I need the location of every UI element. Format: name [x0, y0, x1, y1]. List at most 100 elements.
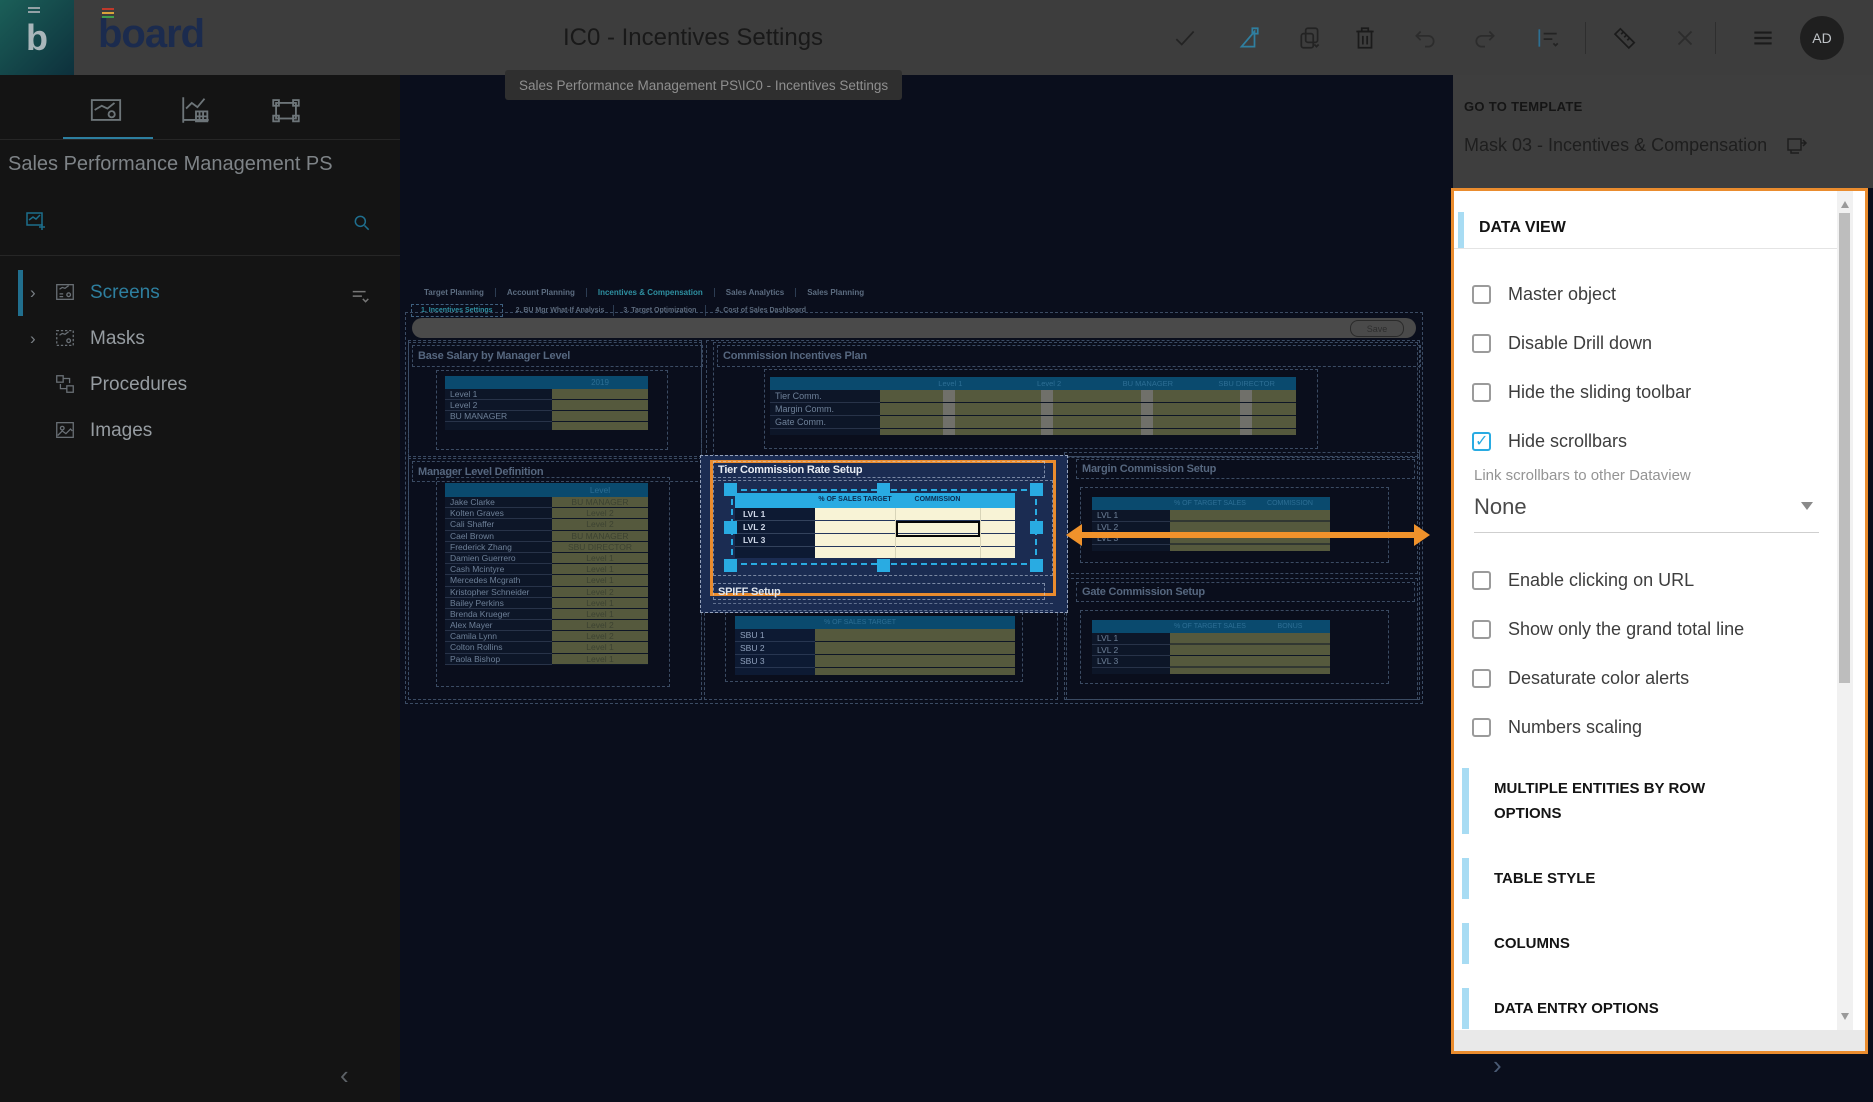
- close-icon[interactable]: [1672, 25, 1698, 51]
- tab-sales-planning[interactable]: Sales Planning: [796, 288, 875, 297]
- column-separator: [1041, 390, 1053, 435]
- manager-name: Bailey Perkins: [445, 598, 552, 609]
- checkbox-row[interactable]: Disable Drill down: [1472, 319, 1822, 368]
- panel-title-box: Margin Commission Setup: [1076, 459, 1415, 479]
- copy-icon[interactable]: [1297, 25, 1323, 51]
- row-labels: Tier Comm.Margin Comm.Gate Comm.: [770, 390, 880, 435]
- delete-icon[interactable]: [1352, 25, 1378, 51]
- checkbox-label: Show only the grand total line: [1508, 619, 1744, 640]
- checkbox-row[interactable]: Master object: [1472, 270, 1822, 319]
- checkbox-row[interactable]: Numbers scaling: [1472, 703, 1822, 752]
- align-options-icon[interactable]: [1535, 25, 1561, 51]
- table-row: Cali ShafferLevel 2: [445, 519, 648, 530]
- tab-layout-icon[interactable]: [268, 93, 312, 133]
- value-cells: [552, 389, 648, 430]
- table-row: Camila LynnLevel 2: [445, 631, 648, 642]
- section-header[interactable]: TABLE STYLE: [1462, 858, 1822, 899]
- checkbox[interactable]: [1472, 669, 1491, 688]
- scrollbar-thumb[interactable]: [1839, 213, 1850, 683]
- row-label: SBU 1: [735, 629, 815, 642]
- tab-capsules-icon[interactable]: [88, 93, 132, 133]
- link-scrollbars-dropdown[interactable]: None: [1474, 488, 1819, 533]
- manager-level: BU MANAGER: [552, 497, 648, 508]
- table-row: Damien GuerreroLevel 1: [445, 553, 648, 564]
- section-label: DATA ENTRY OPTIONS: [1494, 988, 1659, 1029]
- checkbox[interactable]: [1472, 620, 1491, 639]
- sidebar-item-images[interactable]: Images: [0, 408, 400, 454]
- scroll-down-icon[interactable]: [1841, 1013, 1849, 1024]
- section-accent-bar: [1462, 923, 1469, 964]
- table-row: Brenda KruegerLevel 1: [445, 609, 648, 620]
- checkbox-group-top: Master objectDisable Drill down Hide the …: [1472, 270, 1822, 466]
- column-separator: [1240, 390, 1252, 435]
- manager-level: Level 1: [552, 598, 648, 609]
- panel-expand-chevron[interactable]: ›: [1493, 1050, 1502, 1081]
- confirm-icon[interactable]: [1172, 25, 1198, 51]
- undo-icon[interactable]: [1412, 25, 1438, 51]
- design-mode-icon[interactable]: [1235, 25, 1261, 51]
- column-separator: [943, 390, 955, 435]
- section-header[interactable]: COLUMNS: [1462, 923, 1822, 964]
- checkbox-label: Hide the sliding toolbar: [1508, 382, 1691, 403]
- section-accent-bar: [1458, 212, 1464, 248]
- checkbox-row[interactable]: Desaturate color alerts: [1472, 654, 1822, 703]
- section-label: COLUMNS: [1494, 923, 1570, 964]
- search-icon[interactable]: [352, 213, 372, 233]
- toolbar-separator: [1715, 22, 1716, 54]
- screens-options-icon[interactable]: [350, 287, 372, 305]
- checkbox[interactable]: [1472, 383, 1491, 402]
- manager-name: Kolten Graves: [445, 508, 552, 519]
- checkbox[interactable]: [1472, 718, 1491, 737]
- tab-incentives-compensation[interactable]: Incentives & Compensation: [587, 288, 715, 297]
- properties-panel: DATA VIEW Master objectDisable Drill dow…: [1454, 191, 1837, 1030]
- sidebar-item-procedures[interactable]: Procedures: [0, 362, 400, 408]
- panel-title-box: Base Salary by Manager Level: [412, 345, 703, 367]
- section-label: TABLE STYLE: [1494, 858, 1595, 899]
- tab-target-planning[interactable]: Target Planning: [413, 288, 496, 297]
- checkbox-row[interactable]: Hide the sliding toolbar: [1472, 368, 1822, 417]
- manager-level: Level 1: [552, 654, 648, 665]
- sidebar-item-label: Images: [90, 420, 152, 442]
- row-label: LVL 2: [1092, 645, 1170, 657]
- tab-objects-icon[interactable]: [178, 93, 222, 133]
- checkbox-row[interactable]: Hide scrollbars: [1472, 417, 1822, 466]
- masks-icon: [54, 327, 78, 351]
- images-icon: [54, 419, 78, 443]
- add-screen-icon[interactable]: [24, 209, 48, 233]
- redo-icon[interactable]: [1472, 25, 1498, 51]
- checkbox[interactable]: [1472, 285, 1491, 304]
- tab-sales-analytics[interactable]: Sales Analytics: [715, 288, 796, 297]
- menu-icon[interactable]: [1750, 25, 1776, 51]
- data-view-section-title[interactable]: DATA VIEW: [1479, 219, 1566, 237]
- board-logo-mark[interactable]: b: [0, 0, 74, 75]
- panel-title: SPIFF Setup: [718, 586, 781, 598]
- checkbox-row[interactable]: Show only the grand total line: [1472, 605, 1822, 654]
- sidebar-item-masks[interactable]: › Masks: [0, 316, 400, 362]
- checkbox[interactable]: [1472, 571, 1491, 590]
- section-header[interactable]: DATA ENTRY OPTIONS: [1462, 988, 1822, 1029]
- checkbox[interactable]: [1472, 334, 1491, 353]
- manager-level: Level 2: [552, 620, 648, 631]
- manager-level: Level 2: [552, 631, 648, 642]
- section-header[interactable]: MULTIPLE ENTITIES BY ROW OPTIONS: [1462, 768, 1822, 834]
- manager-level: SBU DIRECTOR: [552, 542, 648, 553]
- open-template-icon: [1785, 136, 1809, 156]
- selection-highlight[interactable]: [710, 460, 1056, 596]
- chevron-right-icon[interactable]: ›: [30, 329, 46, 349]
- column-header: COMMISSION: [1250, 500, 1330, 507]
- scroll-up-icon[interactable]: [1841, 197, 1849, 208]
- column-separator: [1141, 390, 1153, 435]
- chevron-right-icon[interactable]: ›: [30, 283, 46, 303]
- checkbox[interactable]: [1472, 432, 1491, 451]
- board-logo[interactable]: board: [98, 12, 204, 57]
- sidebar-item-screens[interactable]: › Screens: [0, 270, 400, 316]
- tab-divider: [0, 139, 400, 140]
- sidebar-collapse-chevron[interactable]: ‹: [340, 1060, 349, 1091]
- tab-account-planning[interactable]: Account Planning: [496, 288, 587, 297]
- panel-scrollbar[interactable]: [1837, 191, 1853, 1030]
- template-link[interactable]: Mask 03 - Incentives & Compensation: [1464, 135, 1864, 156]
- avatar[interactable]: AD: [1800, 16, 1844, 60]
- layout-tools-icon[interactable]: [1612, 25, 1638, 51]
- checkbox-row[interactable]: Enable clicking on URL: [1472, 556, 1822, 605]
- manager-name: Brenda Krueger: [445, 609, 552, 620]
